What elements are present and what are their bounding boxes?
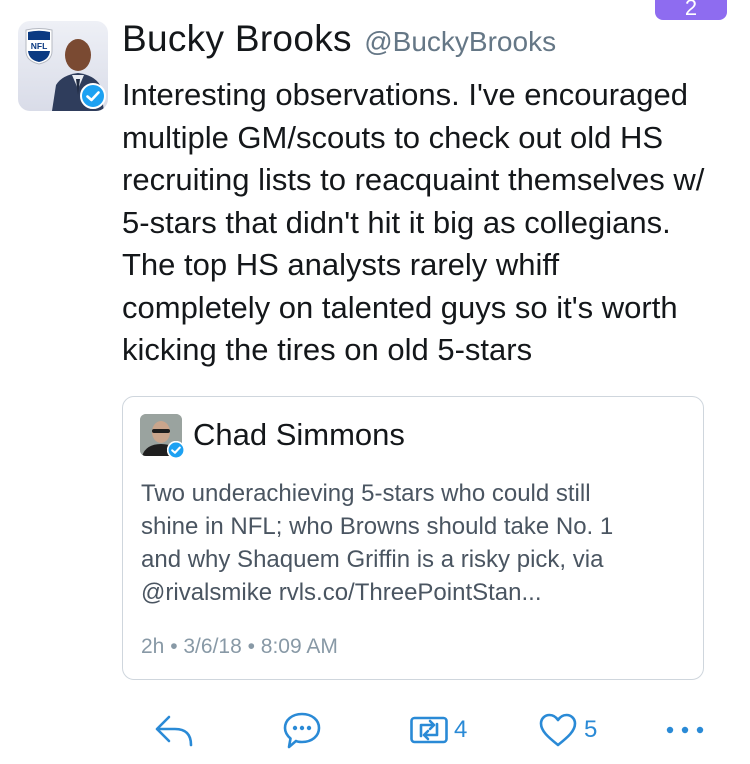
message-button[interactable] [282, 710, 322, 750]
author-handle[interactable]: @BuckyBrooks [364, 26, 556, 57]
quoted-tweet-text: Two underachieving 5-stars who could sti… [141, 480, 614, 606]
tweet-text: Interesting observations. I've encourage… [122, 77, 705, 367]
like-count: 5 [584, 716, 598, 743]
verified-icon [167, 441, 185, 459]
retweet-count: 4 [454, 716, 468, 743]
more-options-button[interactable] [664, 710, 708, 750]
quoted-author-name[interactable]: Chad Simmons [193, 417, 405, 453]
message-bubble-icon [283, 712, 321, 749]
more-icon [666, 726, 704, 734]
notification-badge[interactable]: 2 [655, 0, 727, 20]
author-name[interactable]: Bucky Brooks [122, 18, 352, 59]
quoted-tweet-card[interactable]: Chad Simmons Two underachieving 5-stars … [122, 396, 704, 680]
verified-icon [80, 83, 106, 109]
tweet-header: Bucky Brooks @BuckyBrooks [122, 18, 556, 60]
like-button[interactable]: 5 [538, 710, 597, 750]
tweet-action-bar: 4 5 [0, 700, 750, 760]
svg-text:NFL: NFL [31, 41, 48, 51]
quoted-tweet-timestamp: 2h • 3/6/18 • 8:09 AM [141, 635, 338, 658]
reply-button[interactable] [153, 710, 195, 750]
heart-icon [539, 713, 577, 747]
reply-icon [155, 715, 193, 747]
retweet-button[interactable]: 4 [410, 710, 467, 750]
retweet-icon [410, 716, 448, 744]
